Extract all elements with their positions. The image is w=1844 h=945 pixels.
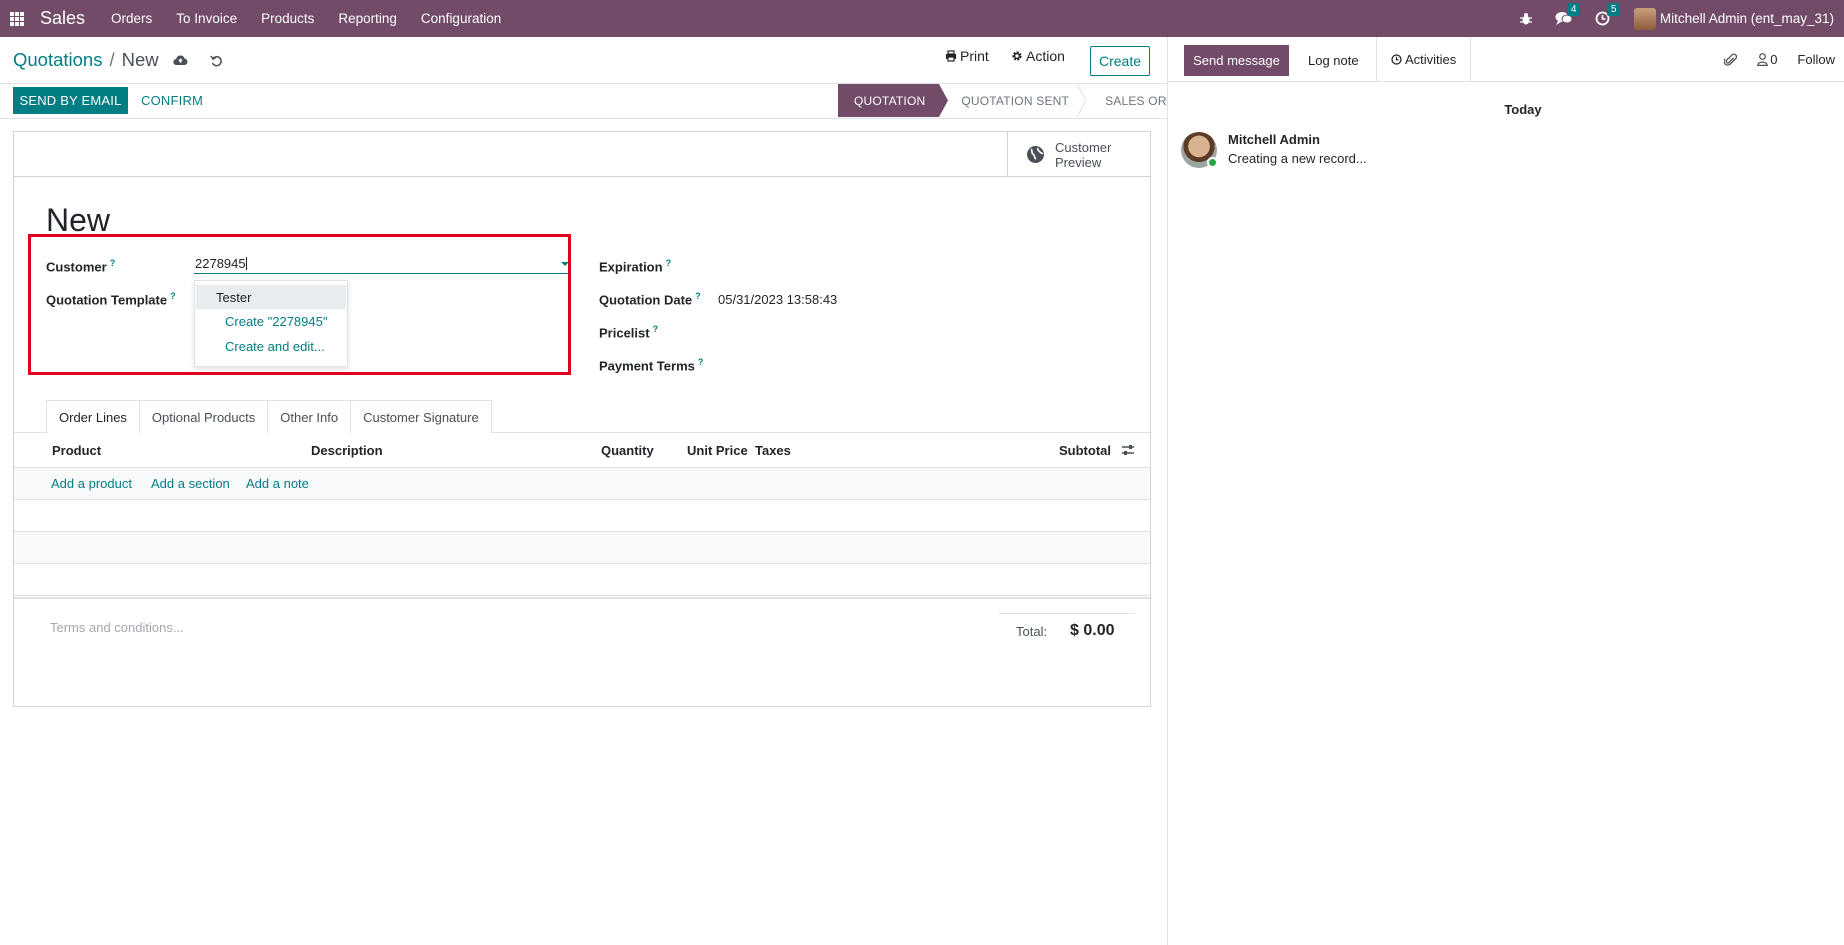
log-note-button[interactable]: Log note [1298,45,1369,76]
messages-badge: 4 [1566,3,1581,16]
menu-configuration[interactable]: Configuration [409,11,513,26]
print-icon [946,50,956,62]
pricelist-label: Pricelist? [599,324,659,341]
optional-columns-icon[interactable] [1121,444,1135,456]
followers-button[interactable]: 0 [1757,52,1777,67]
chatter-panel: Send message Log note Activities 0 Follo… [1167,37,1844,945]
message-author[interactable]: Mitchell Admin [1228,132,1320,147]
column-subtotal[interactable]: Subtotal [1059,443,1111,458]
table-row: Add a product Add a section Add a note [14,468,1150,500]
add-note-link[interactable]: Add a note [246,476,309,491]
table-row [14,532,1150,564]
activities-label: Activities [1405,52,1457,67]
activities-badge: 5 [1606,3,1621,16]
quotation-date-field[interactable]: 05/31/2023 13:58:43 [718,292,837,307]
terms-and-conditions-input[interactable]: Terms and conditions... [50,620,184,635]
globe-icon [1027,146,1044,163]
chatter-topbar: Send message Log note Activities 0 Follo… [1168,37,1844,82]
activities-clock-icon[interactable]: 5 [1595,3,1621,26]
customer-preview-label: Customer Preview [1055,139,1112,170]
table-bottom-border [14,597,1150,599]
discard-undo-icon[interactable] [210,54,223,67]
send-by-email-button[interactable]: SEND BY EMAIL [13,87,128,114]
smart-button-box: Customer Preview [14,132,1150,177]
column-description[interactable]: Description [311,443,383,458]
quotation-date-label: Quotation Date? [599,291,701,308]
date-separator: Today [1504,102,1542,117]
app-name[interactable]: Sales [40,8,85,29]
help-tooltip-icon[interactable]: ? [698,357,704,367]
table-row [14,564,1150,596]
save-cloud-icon[interactable] [172,54,188,66]
tab-optional-products[interactable]: Optional Products [138,400,269,433]
top-navbar: Sales Orders To Invoice Products Reporti… [0,0,1844,37]
total-label: Total: [1016,624,1048,639]
table-row [14,500,1150,532]
menu-products[interactable]: Products [249,11,326,26]
column-product[interactable]: Product [52,443,101,458]
stage-quotation-sent[interactable]: QUOTATION SENT [939,84,1087,117]
breadcrumb-separator: / [109,49,115,70]
apps-menu-icon[interactable] [10,11,24,26]
tab-customer-signature[interactable]: Customer Signature [350,400,492,433]
send-message-button[interactable]: Send message [1184,45,1289,76]
add-product-link[interactable]: Add a product [51,476,132,491]
print-label: Print [960,48,989,64]
menu-to-invoice[interactable]: To Invoice [164,11,249,26]
online-status-icon [1207,157,1218,168]
statusbar-divider [0,118,1168,119]
form-sheet: Customer Preview New Customer? 2278945 Q… [13,131,1151,707]
confirm-button[interactable]: CONFIRM [141,87,203,114]
help-tooltip-icon[interactable]: ? [653,324,659,334]
user-icon [1757,53,1769,66]
add-section-link[interactable]: Add a section [151,476,230,491]
attachment-paperclip-icon[interactable] [1724,52,1738,67]
menu-orders[interactable]: Orders [99,11,164,26]
create-button[interactable]: Create [1090,46,1150,76]
customer-preview-button[interactable]: Customer Preview [1007,132,1150,177]
user-name: Mitchell Admin (ent_may_31) [1659,11,1834,26]
clock-icon [1391,54,1402,65]
expiration-label: Expiration? [599,258,672,275]
breadcrumb-current: New [121,49,159,70]
tab-other-info[interactable]: Other Info [267,400,352,433]
user-menu[interactable]: Mitchell Admin (ent_may_31) [1633,7,1834,30]
total-amount: $ 0.00 [1070,622,1115,639]
payment-terms-label: Payment Terms? [599,357,704,374]
follow-button[interactable]: Follow [1797,52,1835,67]
message-body: Creating a new record... [1228,151,1367,166]
total-divider [999,613,1135,614]
column-unit-price[interactable]: Unit Price [687,443,748,458]
user-avatar [1633,7,1656,30]
followers-count: 0 [1770,52,1778,67]
help-tooltip-icon[interactable]: ? [666,258,672,268]
notebook-tabs: Order Lines Optional Products Other Info… [46,400,492,433]
column-taxes[interactable]: Taxes [755,443,791,458]
stage-quotation[interactable]: QUOTATION [838,84,949,117]
menu-reporting[interactable]: Reporting [326,11,409,26]
breadcrumb: Quotations / New [13,49,223,71]
column-quantity[interactable]: Quantity [601,443,654,458]
help-tooltip-icon[interactable]: ? [695,291,701,301]
breadcrumb-quotations[interactable]: Quotations [13,49,102,71]
annotation-highlight-box [28,234,571,375]
activities-button[interactable]: Activities [1376,37,1472,82]
messaging-icon[interactable]: 4 [1555,3,1581,26]
gear-icon [1012,51,1022,61]
action-menu[interactable]: Action [1011,48,1065,64]
print-menu[interactable]: Print [945,48,989,64]
tab-order-lines[interactable]: Order Lines [46,400,140,433]
debug-icon[interactable] [1519,12,1533,26]
status-pipeline: QUOTATION QUOTATION SENT SALES ORDER [838,84,1207,117]
order-lines-header: Product Description Quantity Unit Price … [14,433,1150,468]
action-label: Action [1026,48,1065,64]
